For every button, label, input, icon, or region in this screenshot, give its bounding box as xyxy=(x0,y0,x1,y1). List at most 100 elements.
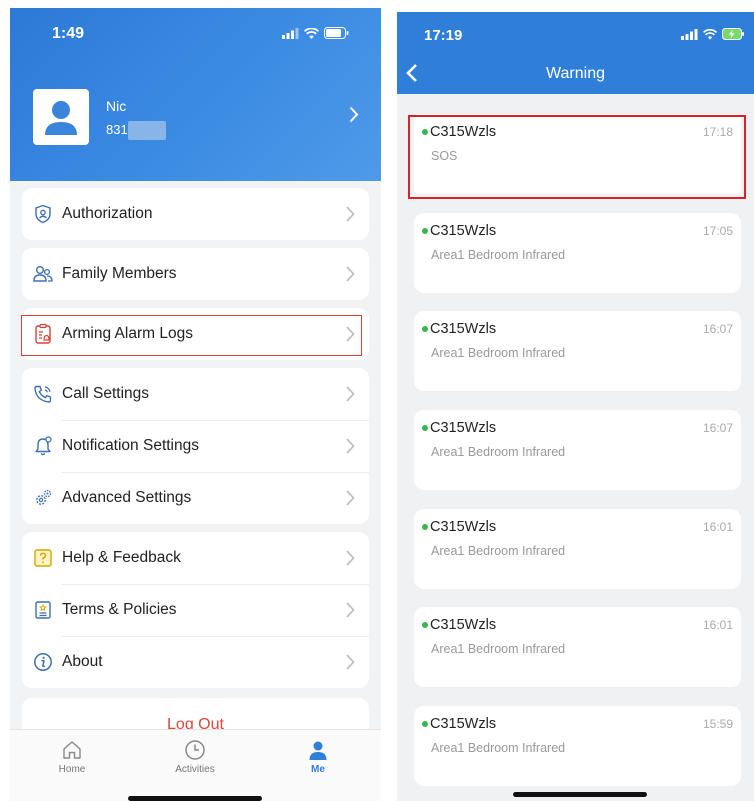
menu-item-call-settings[interactable]: Call Settings xyxy=(22,368,369,420)
menu-item-label: Notification Settings xyxy=(62,437,199,454)
menu-item-family-members[interactable]: Family Members xyxy=(22,248,369,300)
warning-time: 15:59 xyxy=(702,717,733,731)
chevron-right-icon xyxy=(346,386,355,402)
signal-icon xyxy=(282,27,299,39)
device-name: C315Wzls xyxy=(430,321,497,337)
gears-icon xyxy=(32,487,54,509)
warning-item[interactable]: C315Wzls 16:01 Area1 Bedroom Infrared xyxy=(414,509,741,589)
warning-description: Area1 Bedroom Infrared xyxy=(431,642,566,656)
menu-card-settings: Call Settings Notification Settings Adva… xyxy=(22,368,369,524)
online-dot-icon xyxy=(422,326,428,332)
menu-card-help: Help & Feedback Terms & Policies About xyxy=(22,532,369,688)
status-icons xyxy=(282,27,349,39)
warning-description: Area1 Bedroom Infrared xyxy=(431,346,566,360)
menu-item-help-feedback[interactable]: Help & Feedback xyxy=(22,532,369,584)
menu-item-authorization[interactable]: Authorization xyxy=(22,188,369,240)
device-name: C315Wzls xyxy=(430,519,497,535)
menu-item-label: Family Members xyxy=(62,265,177,282)
menu-item-label: Help & Feedback xyxy=(62,549,181,566)
page-title: Warning xyxy=(546,65,605,82)
wifi-icon xyxy=(304,27,319,39)
online-dot-icon xyxy=(422,622,428,628)
wifi-icon xyxy=(703,28,717,40)
nav-header: 17:19 Warning xyxy=(397,12,754,94)
warning-item[interactable]: C315Wzls 16:07 Area1 Bedroom Infrared xyxy=(414,410,741,490)
chevron-right-icon xyxy=(346,654,355,670)
signal-icon xyxy=(681,28,698,40)
highlight-box xyxy=(21,315,362,356)
help-icon xyxy=(32,547,54,569)
shield-user-icon xyxy=(32,203,54,225)
menu-item-terms-policies[interactable]: Terms & Policies xyxy=(22,584,369,636)
chevron-right-icon xyxy=(346,602,355,618)
menu-item-notification-settings[interactable]: Notification Settings xyxy=(22,420,369,472)
battery-icon xyxy=(324,27,349,39)
warning-time: 16:01 xyxy=(702,618,733,632)
device-name: C315Wzls xyxy=(430,420,497,436)
chevron-right-icon xyxy=(346,490,355,506)
highlight-box xyxy=(408,115,746,199)
info-icon xyxy=(32,651,54,673)
home-icon xyxy=(63,741,81,759)
tab-me[interactable]: Me xyxy=(278,736,358,775)
redacted-blur xyxy=(128,121,166,140)
warning-description: Area1 Bedroom Infrared xyxy=(431,544,566,558)
phone-icon xyxy=(32,383,54,405)
tab-label: Home xyxy=(58,764,86,775)
status-time: 1:49 xyxy=(52,25,85,42)
clock-icon xyxy=(185,740,205,760)
warning-description: Area1 Bedroom Infrared xyxy=(431,248,566,262)
status-time: 17:19 xyxy=(424,27,463,44)
warning-item[interactable]: C315Wzls 16:07 Area1 Bedroom Infrared xyxy=(414,311,741,391)
warning-description: Area1 Bedroom Infrared xyxy=(431,741,566,755)
chevron-right-icon[interactable] xyxy=(349,106,359,123)
bell-icon xyxy=(32,435,54,457)
tab-label: Activities xyxy=(175,764,215,775)
user-name: Nic xyxy=(106,98,127,114)
online-dot-icon xyxy=(422,721,428,727)
home-indicator xyxy=(513,792,647,797)
chevron-right-icon xyxy=(346,438,355,454)
device-name: C315Wzls xyxy=(430,617,497,633)
menu-card-family: Family Members xyxy=(22,248,369,300)
status-icons xyxy=(681,28,744,40)
warning-time: 16:07 xyxy=(702,421,733,435)
battery-charging-icon xyxy=(722,28,744,40)
person-icon xyxy=(309,741,327,760)
menu-item-label: Call Settings xyxy=(62,385,150,402)
chevron-right-icon xyxy=(346,550,355,566)
tab-bar: Home Activities Me xyxy=(10,729,381,801)
menu-card-authorization: Authorization xyxy=(22,188,369,240)
warning-item[interactable]: C315Wzls 17:05 Area1 Bedroom Infrared xyxy=(414,213,741,293)
warning-item[interactable]: C315Wzls 16:01 Area1 Bedroom Infrared xyxy=(414,607,741,687)
warning-description: Area1 Bedroom Infrared xyxy=(431,445,566,459)
menu-item-label: Advanced Settings xyxy=(62,489,192,506)
device-name: C315Wzls xyxy=(430,716,497,732)
online-dot-icon xyxy=(422,425,428,431)
warning-time: 17:05 xyxy=(702,224,733,238)
device-name: C315Wzls xyxy=(430,223,497,239)
tab-activities[interactable]: Activities xyxy=(155,736,235,775)
menu-item-advanced-settings[interactable]: Advanced Settings xyxy=(22,472,369,524)
menu-item-label: About xyxy=(62,653,103,670)
warning-item[interactable]: C315Wzls 15:59 Area1 Bedroom Infrared xyxy=(414,706,741,786)
chevron-right-icon xyxy=(346,206,355,222)
home-indicator xyxy=(128,796,262,801)
me-screen: 1:49 Nic 831 Authorization Family Member… xyxy=(10,8,381,801)
chevron-right-icon xyxy=(346,266,355,282)
warning-time: 16:07 xyxy=(702,322,733,336)
menu-item-about[interactable]: About xyxy=(22,636,369,688)
tab-home[interactable]: Home xyxy=(32,736,112,775)
family-icon xyxy=(32,263,54,285)
tab-label: Me xyxy=(311,764,325,775)
avatar[interactable] xyxy=(33,89,89,145)
menu-item-label: Terms & Policies xyxy=(62,601,177,618)
document-icon xyxy=(32,599,54,621)
profile-header: 1:49 Nic 831 xyxy=(10,8,381,181)
warning-screen: 17:19 Warning C315Wzls 17:18 SOS C315Wzls 17… xyxy=(397,12,754,801)
online-dot-icon xyxy=(422,228,428,234)
menu-item-label: Authorization xyxy=(62,205,153,222)
online-dot-icon xyxy=(422,524,428,530)
person-icon xyxy=(45,101,77,135)
user-id: 831 xyxy=(106,122,128,137)
